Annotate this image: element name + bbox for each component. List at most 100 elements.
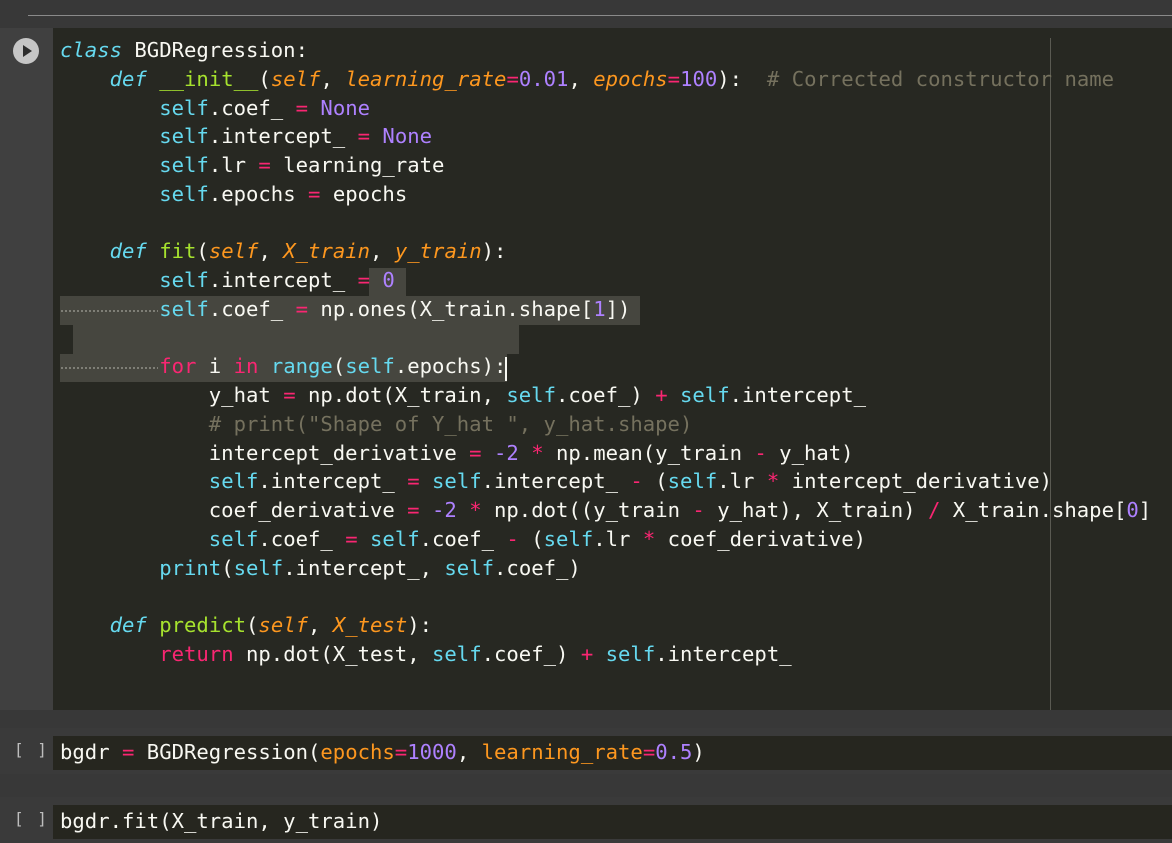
- code-token: np.ones(X_train.shape[: [308, 297, 594, 321]
- code-token: 0.5: [655, 740, 693, 764]
- code-token: learning_rate: [481, 740, 643, 764]
- code-line: y_hat = np.dot(X_train, self.coef_) + se…: [60, 381, 866, 410]
- code-token: =: [308, 182, 321, 206]
- code-token: -: [692, 498, 705, 522]
- code-cell-main[interactable]: class BGDRegression: def __init__(self, …: [0, 28, 1172, 710]
- code-token: self: [258, 613, 309, 637]
- code-token: self: [444, 556, 495, 580]
- code-line: def __init__(self, learning_rate=0.01, e…: [60, 65, 1114, 94]
- code-token: intercept_derivative): [779, 469, 1053, 493]
- code-token: self: [208, 469, 259, 493]
- code-token: y_hat): [766, 441, 854, 465]
- code-token: .intercept_: [729, 383, 866, 407]
- code-token: y_train: [394, 239, 482, 263]
- code-line: # print("Shape of Y_hat ", y_hat.shape): [60, 410, 693, 439]
- code-token: ,: [456, 740, 482, 764]
- code-token: .epochs):: [394, 354, 507, 378]
- code-token: X_test: [332, 613, 408, 637]
- code-token: =: [357, 268, 371, 292]
- code-token: self: [432, 469, 482, 493]
- code-token: .lr: [717, 469, 767, 493]
- code-token: y_hat), X_train): [704, 498, 928, 522]
- code-token: self: [506, 383, 556, 407]
- code-token: (: [518, 527, 544, 551]
- code-token: def: [109, 613, 147, 637]
- code-token: .coef_: [208, 96, 296, 120]
- code-token: (: [332, 354, 346, 378]
- code-token: ):: [717, 67, 767, 91]
- code-editor[interactable]: class BGDRegression: def __init__(self, …: [53, 28, 1172, 710]
- code-token: *: [766, 469, 780, 493]
- code-line: coef_derivative = -2 * np.dot((y_train -…: [60, 496, 1151, 525]
- code-line: self.lr = learning_rate: [60, 151, 444, 180]
- code-token: np.mean(y_train: [543, 441, 755, 465]
- code-token: for: [159, 354, 197, 378]
- code-token: ]: [1138, 498, 1152, 522]
- code-editor[interactable]: bgdr.fit(X_train, y_train): [53, 805, 1172, 839]
- code-token: =: [295, 297, 309, 321]
- divider: [28, 15, 1172, 16]
- code-token: ,: [320, 67, 346, 91]
- notebook-top-bar: [0, 0, 1172, 27]
- code-token: .coef_): [481, 642, 581, 666]
- code-line: self.intercept_ = 0: [60, 266, 395, 295]
- selection-highlight: [73, 325, 519, 354]
- code-token: *: [469, 498, 482, 522]
- code-token: self: [680, 383, 730, 407]
- code-token: .intercept_: [258, 469, 408, 493]
- code-token: print: [159, 556, 222, 580]
- code-token: self: [270, 67, 321, 91]
- cell-execution-count: [ ]: [14, 740, 49, 759]
- code-token: .intercept_,: [283, 556, 445, 580]
- code-token: ,: [258, 239, 284, 263]
- code-token: class: [60, 38, 122, 62]
- code-token: -: [506, 527, 519, 551]
- code-token: bgdr.fit(X_train, y_train): [60, 809, 383, 833]
- code-token: *: [642, 527, 656, 551]
- code-line: self.coef_ = None: [60, 94, 370, 123]
- code-token: .epochs: [208, 182, 309, 206]
- code-token: ,: [370, 239, 395, 263]
- code-line: return np.dot(X_test, self.coef_) + self…: [60, 640, 791, 669]
- code-editor[interactable]: bgdr = BGDRegression(epochs=1000, learni…: [53, 736, 1172, 770]
- code-token: BGDRegression:: [122, 38, 308, 62]
- code-line: self.epochs = epochs: [60, 180, 407, 209]
- code-token: 0.01: [518, 67, 569, 91]
- code-token: =: [394, 740, 408, 764]
- code-token: +: [580, 642, 594, 666]
- code-token: 0: [382, 268, 395, 292]
- code-token: .coef_: [419, 527, 507, 551]
- cell-execution-count: [ ]: [14, 809, 49, 828]
- code-token: ,: [568, 67, 594, 91]
- run-cell-button[interactable]: [13, 38, 39, 64]
- code-line: for i in range(self.epochs):: [60, 352, 506, 381]
- code-line: bgdr = BGDRegression(epochs=1000, learni…: [60, 738, 705, 767]
- code-cell-2[interactable]: [ ] bgdr = BGDRegression(epochs=1000, le…: [0, 728, 1172, 774]
- code-token: ,: [308, 613, 333, 637]
- code-line: self.intercept_ = None: [60, 122, 432, 151]
- code-token: X_train: [283, 239, 371, 263]
- code-token: fit: [159, 239, 197, 263]
- code-token: 0: [1126, 498, 1139, 522]
- code-cell-3[interactable]: [ ] bgdr.fit(X_train, y_train): [0, 797, 1172, 843]
- code-token: ]): [605, 297, 631, 321]
- code-token: .coef_): [555, 383, 656, 407]
- code-token: .intercept_: [208, 268, 358, 292]
